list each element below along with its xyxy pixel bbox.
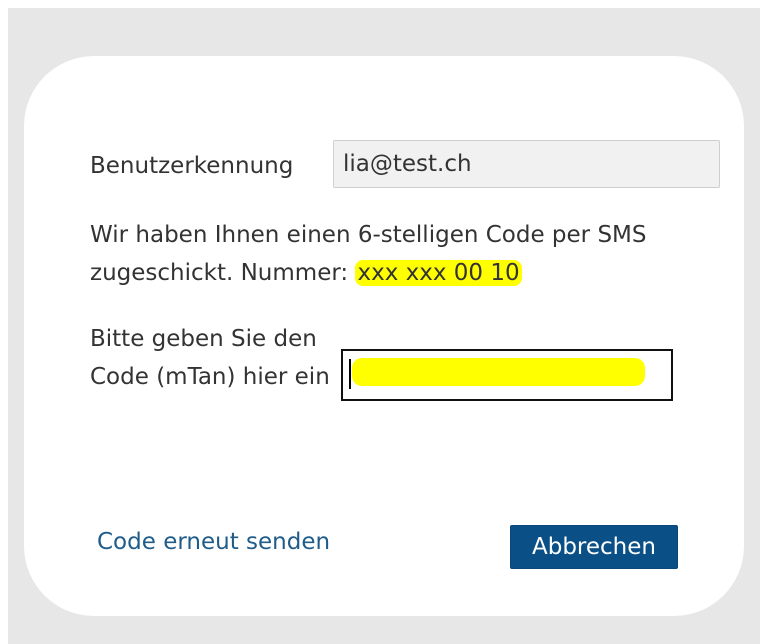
masked-phone-number: xxx xxx 00 10 [355, 260, 522, 286]
cancel-button[interactable]: Abbrechen [510, 525, 678, 569]
text-cursor [349, 359, 351, 389]
code-redaction-mark [352, 358, 645, 386]
username-label: Benutzerkennung [90, 153, 294, 179]
code-input-label: Bitte geben Sie den Code (mTan) hier ein [90, 326, 330, 390]
username-field: lia@test.ch [333, 140, 720, 188]
sms-message: Wir haben Ihnen einen 6-stelligen Code p… [90, 216, 730, 292]
resend-code-link[interactable]: Code erneut senden [97, 525, 330, 559]
